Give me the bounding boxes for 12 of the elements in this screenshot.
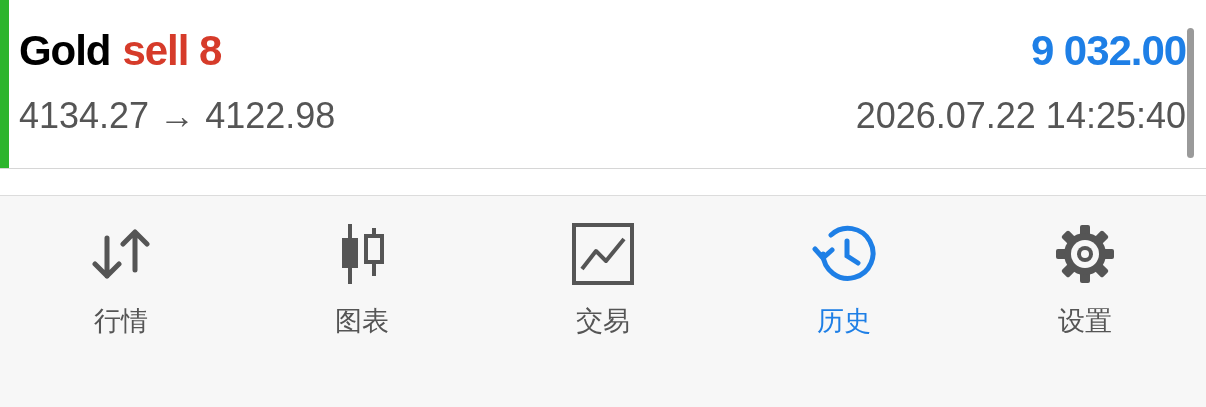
nav-tab[interactable]: 图表 [241, 196, 483, 407]
nav-tab[interactable]: 行情 [0, 196, 242, 407]
settings-icon [1055, 224, 1116, 284]
trade-side-text: sell 8 [122, 30, 222, 72]
symbol-text: Gold [19, 30, 111, 72]
line-chart-icon [572, 223, 634, 285]
nav-tab[interactable]: 历史 [723, 196, 965, 407]
time-text: 2026.07.22 14:25:40 [855, 98, 1186, 134]
nav-tab[interactable]: 设置 [964, 196, 1206, 407]
nav-tab[interactable]: 交易 [482, 196, 724, 407]
profit-text: 9 032.00 [1030, 30, 1186, 72]
price-text: 4134.27 → 4122.98 [19, 98, 336, 134]
